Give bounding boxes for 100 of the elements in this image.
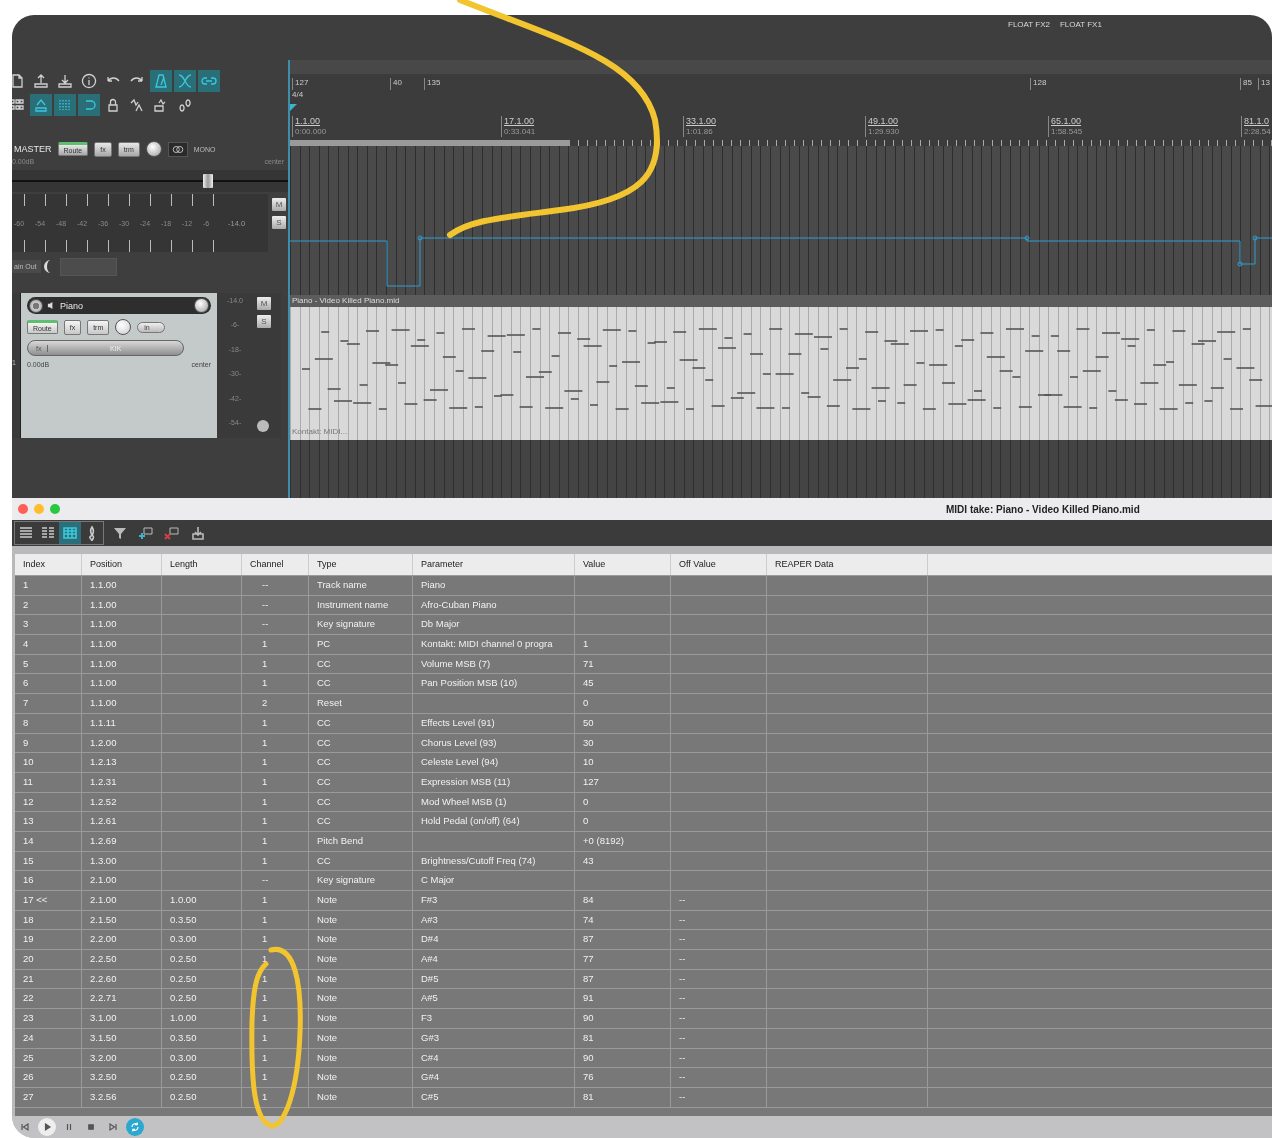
table-cell: 0.3.00	[162, 930, 242, 950]
crossfade-icon[interactable]	[174, 70, 196, 92]
table-cell: CC	[309, 792, 413, 812]
table-cell: 1	[242, 635, 309, 654]
table-cell: Expression MSB (11)	[413, 772, 575, 792]
table-cell: 3.1.00	[82, 1009, 162, 1028]
table-row[interactable]: 12 1.2.52 1 CC Mod Wheel MSB (1) 0	[15, 792, 1272, 813]
table-cell: Note	[309, 1048, 413, 1068]
table-row[interactable]: 11 1.2.31 1 CC Expression MSB (11) 127	[15, 772, 1272, 793]
fader-handle[interactable]	[202, 174, 213, 188]
table-cell: 18	[15, 910, 82, 930]
table-row[interactable]: 1 1.1.00 -- Track name Piano	[15, 576, 1272, 596]
table-cell: --	[671, 989, 767, 1009]
table-row[interactable]: 14 1.2.69 1 Pitch Bend +0 (8192)	[15, 831, 1272, 852]
phase-icon[interactable]	[257, 420, 269, 432]
table-row[interactable]: 22 2.2.71 0.2.50 1 Note A#5 91 --	[15, 989, 1272, 1010]
table-row[interactable]: 10 1.2.13 1 CC Celeste Level (94) 10	[15, 753, 1272, 773]
table-cell: 3.2.00	[82, 1048, 162, 1068]
table-cell: --	[671, 1009, 767, 1028]
table-cell: G#3	[413, 1028, 575, 1048]
table-cell: 1.2.00	[82, 733, 162, 753]
volume-knob[interactable]	[194, 298, 209, 313]
playhead-marker-icon[interactable]	[290, 104, 297, 111]
table-row[interactable]: 5 1.1.00 1 CC Volume MSB (7) 71	[15, 654, 1272, 675]
column-header[interactable]: Parameter	[413, 554, 575, 575]
table-cell: 1.2.61	[82, 812, 162, 831]
table-row[interactable]: 7 1.1.00 2 Reset 0	[15, 694, 1272, 714]
table-cell: Piano	[413, 576, 575, 595]
table-cell: 1	[242, 831, 309, 851]
column-header[interactable]: Channel	[242, 554, 309, 575]
table-cell: 1	[242, 1009, 309, 1028]
table-cell: 0	[575, 812, 671, 831]
close-button[interactable]	[18, 504, 28, 514]
table-row[interactable]: 19 2.2.00 0.3.00 1 Note D#4 87 --	[15, 930, 1272, 951]
table-cell: 14	[15, 831, 82, 851]
table-row[interactable]: 18 2.1.50 0.3.50 1 Note A#3 74 --	[15, 910, 1272, 931]
table-row[interactable]: 2 1.1.00 -- Instrument name Afro-Cuban Piano	[15, 595, 1272, 616]
table-cell: 8	[15, 713, 82, 733]
table-row[interactable]: 6 1.1.00 1 CC Pan Position MSB (10) 45	[15, 674, 1272, 695]
table-row[interactable]: 4 1.1.00 1 PC Kontakt: MIDI channel 0 progra 1	[15, 635, 1272, 655]
table-row[interactable]: 13 1.2.61 1 CC Hold Pedal (on/off) (64) 0	[15, 812, 1272, 832]
column-header[interactable]: Index	[15, 554, 82, 575]
mute-button[interactable]: M	[272, 198, 286, 211]
table-cell: 13	[15, 812, 82, 831]
column-header[interactable]: Type	[309, 554, 413, 575]
track-name-field[interactable]: Piano	[27, 297, 211, 314]
table-cell: 1	[242, 772, 309, 792]
column-header[interactable]: Position	[82, 554, 162, 575]
midi-item[interactable]: Piano - Video Killed Piano.mid Kontakt: MIDI...	[290, 295, 1272, 440]
mono-toggle-icon[interactable]	[167, 141, 188, 157]
table-cell: Note	[309, 969, 413, 989]
table-cell: 1	[242, 930, 309, 950]
table-row[interactable]: 26 3.2.50 0.2.50 1 Note G#4 76 --	[15, 1068, 1272, 1088]
table-cell: 21	[15, 969, 82, 989]
solo-button[interactable]: S	[272, 216, 286, 229]
table-cell: 1	[242, 989, 309, 1009]
time-label: 1:01.86	[686, 127, 714, 137]
table-cell: 2.2.00	[82, 930, 162, 950]
column-header[interactable]: Off Value	[671, 554, 767, 575]
volume-fader[interactable]	[12, 170, 288, 192]
table-cell: Hold Pedal (on/off) (64)	[413, 812, 575, 831]
envelope-line[interactable]	[290, 232, 1272, 290]
pan-knob[interactable]	[115, 319, 132, 335]
table-cell: Note	[309, 1028, 413, 1048]
table-row[interactable]: 23 3.1.00 1.0.00 1 Note F3 90 --	[15, 1009, 1272, 1029]
table-cell: 0.3.50	[162, 910, 242, 930]
table-row[interactable]: 9 1.2.00 1 CC Chorus Level (93) 30	[15, 733, 1272, 754]
record-arm-icon[interactable]	[29, 298, 43, 313]
table-row[interactable]: 17 << 2.1.00 1.0.00 1 Note F#3 84 --	[15, 891, 1272, 911]
table-cell: 2.1.00	[82, 891, 162, 910]
pan-knob[interactable]	[145, 141, 162, 157]
table-cell: 1	[575, 635, 671, 654]
table-cell: 0	[575, 792, 671, 812]
float-fx-button[interactable]: FLOAT FX2	[1008, 20, 1050, 29]
table-row[interactable]: 15 1.3.00 1 CC Brightness/Cutoff Freq (74) 43	[15, 851, 1272, 872]
column-header[interactable]: Value	[575, 554, 671, 575]
snap-icon[interactable]	[30, 94, 52, 116]
table-cell: 90	[575, 1009, 671, 1028]
table-row[interactable]: 20 2.2.50 0.2.50 1 Note A#4 77 --	[15, 950, 1272, 970]
column-header[interactable]: REAPER Data	[767, 554, 928, 575]
repeat-icon[interactable]	[126, 1118, 144, 1136]
table-cell: 23	[15, 1009, 82, 1028]
table-row[interactable]: 8 1.1.11 1 CC Effects Level (91) 50	[15, 713, 1272, 734]
mute-button[interactable]: M	[257, 297, 271, 310]
table-cell: 1	[242, 733, 309, 753]
table-cell: Celeste Level (94)	[413, 753, 575, 772]
table-cell: 1.2.31	[82, 772, 162, 792]
table-row[interactable]: 3 1.1.00 -- Key signature Db Major	[15, 615, 1272, 636]
table-cell: 87	[575, 930, 671, 950]
table-cell: --	[671, 1048, 767, 1068]
table-cell: 1	[242, 950, 309, 969]
table-cell: Note	[309, 950, 413, 969]
table-cell: 6	[15, 674, 82, 694]
table-cell: 20	[15, 950, 82, 969]
column-header[interactable]: Length	[162, 554, 242, 575]
dotted-grid-icon[interactable]	[54, 94, 76, 116]
solo-button[interactable]: S	[257, 315, 271, 328]
float-fx-button[interactable]: FLOAT FX1	[1059, 20, 1102, 29]
play-icon[interactable]	[38, 1118, 56, 1136]
table-row[interactable]: 16 2.1.00 -- Key signature C Major	[15, 871, 1272, 891]
